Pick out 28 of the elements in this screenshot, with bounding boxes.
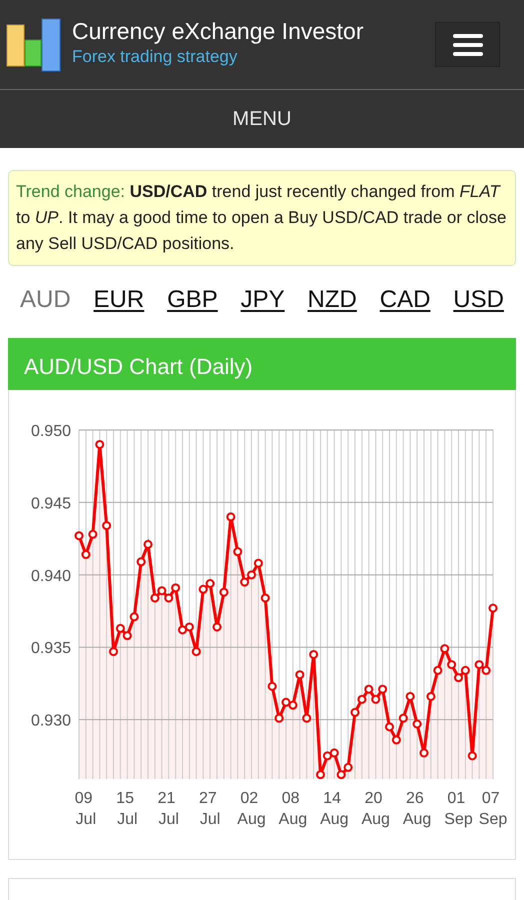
x-axis-label: 14 Aug xyxy=(320,790,349,828)
x-axis-label: 21 Jul xyxy=(158,790,179,828)
currency-tab[interactable]: GBP xyxy=(167,282,218,318)
x-axis-label: 27 Jul xyxy=(198,790,220,828)
currency-tab[interactable]: JPY xyxy=(240,282,285,318)
menu-button[interactable]: MENU xyxy=(0,90,524,148)
x-axis-label: 08 Aug xyxy=(278,790,308,828)
currency-tab[interactable]: AUD xyxy=(20,282,71,318)
x-axis-label: 15 Jul xyxy=(116,790,138,828)
y-axis-label: 0.935 xyxy=(30,640,71,658)
x-axis-label: 07 Sep xyxy=(478,790,508,828)
currency-tab[interactable]: EUR xyxy=(94,282,144,318)
y-axis-label: 0.940 xyxy=(30,568,71,585)
currency-tab[interactable]: NZD xyxy=(308,282,357,318)
y-axis-label: 0.950 xyxy=(30,423,71,440)
site-title[interactable]: Currency eXchange Investor xyxy=(72,19,435,44)
chart-title: AUD/USD Chart (Daily) xyxy=(8,338,516,390)
y-axis-label: 0.930 xyxy=(30,712,71,730)
y-axis-label: 0.945 xyxy=(30,495,71,512)
alert-message: Trend change: USD/CAD trend just recently changed from FLAT to UP. It may a good time to open a Buy USD/CAD trade or close any Sell USD/CAD positions. xyxy=(16,181,508,255)
x-axis-label: 09 Jul xyxy=(74,790,96,828)
currency-tab[interactable]: CAD xyxy=(380,282,430,318)
currency-tab[interactable]: USD xyxy=(453,282,504,318)
x-axis-label: 02 Aug xyxy=(237,790,266,828)
x-axis-label: 20 Aug xyxy=(361,790,390,828)
x-axis-label: 01 Sep xyxy=(444,790,473,828)
site-subtitle: Forex trading strategy xyxy=(72,46,238,68)
x-axis-label: 26 Aug xyxy=(402,790,432,828)
